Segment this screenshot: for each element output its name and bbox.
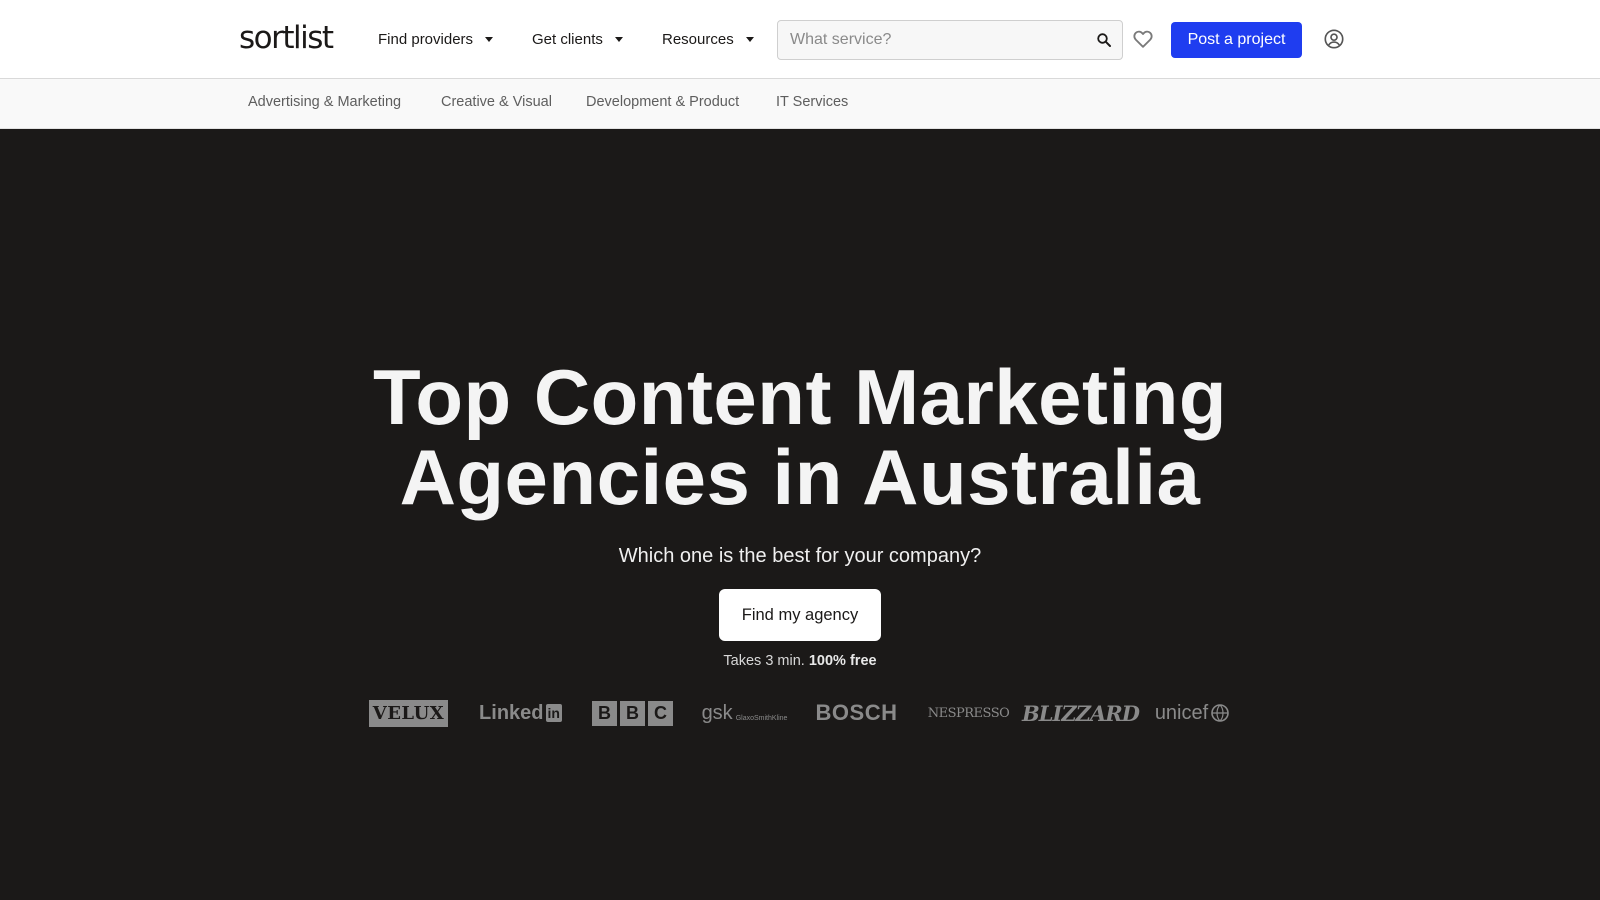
- hero-note: Takes 3 min. 100% free: [0, 653, 1600, 669]
- velux-logo: VELUX: [369, 700, 448, 727]
- category-it-services[interactable]: IT Services: [776, 94, 848, 110]
- unicef-globe-icon: [1211, 704, 1229, 722]
- page-title: Top Content Marketing Agencies in Austra…: [0, 357, 1600, 517]
- nav-find-providers-label: Find providers: [378, 30, 474, 48]
- gsk-logo: gsk GlaxoSmithKline: [701, 695, 788, 731]
- service-search-input[interactable]: [790, 21, 1090, 59]
- chevron-down-icon: [745, 36, 754, 42]
- gsk-logo-text: gsk: [701, 701, 733, 724]
- bbc-logo: B B C: [592, 695, 673, 731]
- chevron-down-icon: [614, 36, 623, 42]
- service-search-box: [777, 20, 1123, 60]
- nav-resources-label: Resources: [662, 30, 734, 48]
- search-icon[interactable]: [1096, 32, 1112, 48]
- find-my-agency-button[interactable]: Find my agency: [719, 589, 881, 641]
- blizzard-logo: BLIZZARD: [1022, 700, 1140, 726]
- hero-note-text: Takes 3 min.: [723, 653, 805, 669]
- unicef-logo-text: unicef: [1154, 701, 1209, 724]
- linkedin-logo: Linked in: [479, 695, 562, 731]
- hero-section: Top Content Marketing Agencies in Austra…: [0, 129, 1600, 900]
- bbc-logo-letter: B: [620, 700, 645, 726]
- linkedin-logo-text: Linked: [479, 701, 544, 724]
- gsk-logo-subtext: GlaxoSmithKline: [735, 714, 788, 722]
- heart-icon[interactable]: [1132, 28, 1154, 50]
- sortlist-logo[interactable]: sortlist: [239, 18, 334, 58]
- nav-get-clients-label: Get clients: [532, 30, 603, 48]
- nespresso-logo: NESPRESSO: [927, 705, 1010, 721]
- chevron-down-icon: [485, 36, 494, 42]
- category-advertising-marketing[interactable]: Advertising & Marketing: [248, 94, 401, 110]
- post-project-button[interactable]: Post a project: [1171, 22, 1302, 58]
- page-title-line-1: Top Content Marketing: [373, 353, 1227, 441]
- linkedin-logo-box: in: [545, 704, 562, 722]
- top-navigation-bar: sortlist Find providers Get clients Reso…: [0, 0, 1600, 79]
- category-bar: Advertising & Marketing Creative & Visua…: [0, 79, 1600, 129]
- category-creative-visual[interactable]: Creative & Visual: [441, 94, 552, 110]
- page-title-line-2: Agencies in Australia: [399, 433, 1201, 521]
- account-icon[interactable]: [1323, 28, 1345, 50]
- bosch-logo: BOSCH: [815, 700, 898, 725]
- bbc-logo-letter: B: [592, 700, 617, 726]
- nav-resources[interactable]: Resources: [662, 28, 754, 50]
- hero-subtitle: Which one is the best for your company?: [618, 545, 982, 567]
- category-development-product[interactable]: Development & Product: [586, 94, 739, 110]
- bbc-logo-letter: C: [648, 700, 673, 726]
- unicef-logo: unicef: [1152, 695, 1233, 731]
- nav-find-providers[interactable]: Find providers: [378, 28, 494, 50]
- client-logos: VELUX Linked in B B C gsk GlaxoSmithKline …: [369, 695, 1233, 731]
- hero-note-bold: 100% free: [808, 653, 877, 669]
- nav-get-clients[interactable]: Get clients: [532, 28, 623, 50]
